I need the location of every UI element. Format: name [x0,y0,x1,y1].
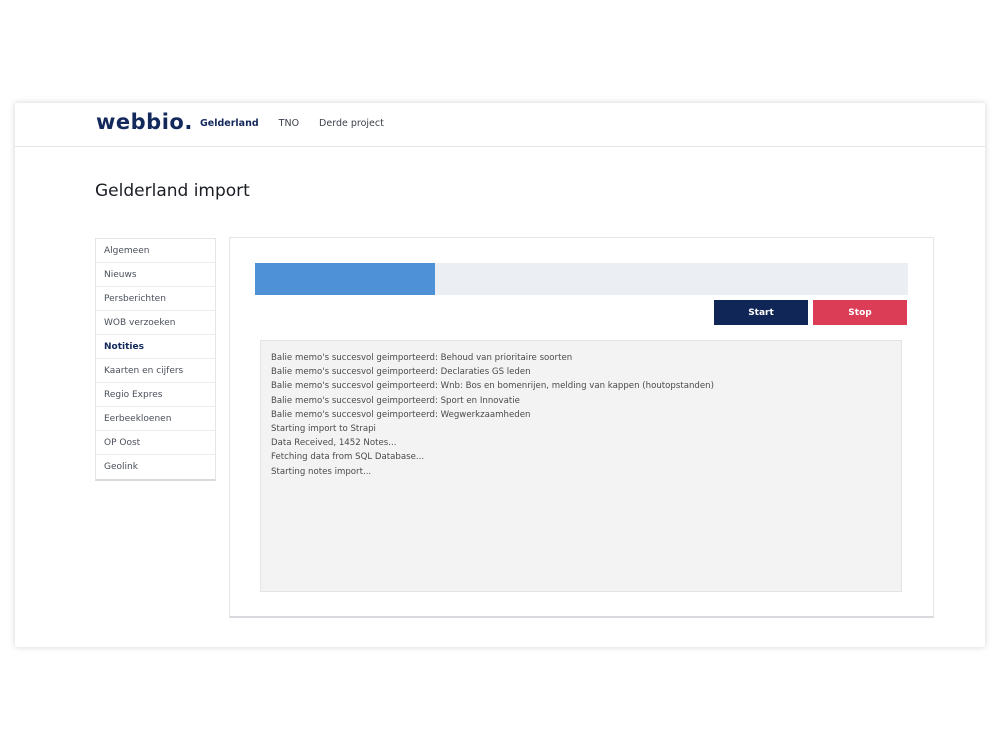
page-title: Gelderland import [95,181,250,201]
log-line: Balie memo's succesvol geimporteerd: Beh… [271,353,573,363]
top-navigation-bar: webbio. Gelderland TNO Derde project [15,103,985,147]
nav-item-derde-project[interactable]: Derde project [319,118,384,129]
project-nav: Gelderland TNO Derde project [200,118,404,129]
log-line: Fetching data from SQL Database... [271,452,425,463]
sidebar-item-eerbeekloenen[interactable]: Eerbeekloenen [96,407,215,431]
log-line: Starting import to Strapi [271,423,376,434]
sidebar-item-geolink[interactable]: Geolink [96,455,215,479]
sidebar-item-kaarten-en-cijfers[interactable]: Kaarten en cijfers [96,359,215,383]
import-progress-bar [255,263,908,295]
log-line: Starting notes import... [271,466,372,477]
import-panel: Start Stop Balie memo's succesvol geimpo… [229,237,934,618]
nav-item-tno[interactable]: TNO [279,118,299,129]
log-line: Balie memo's succesvol geimporteerd: Dec… [271,367,531,378]
import-progress-fill [255,263,436,295]
log-line: Balie memo's succesvol geimporteerd: Wnb… [271,381,714,392]
log-line: Data Received, 1452 Notes... [271,438,397,449]
sidebar-item-op-oost[interactable]: OP Oost [96,431,215,455]
sidebar-item-nieuws[interactable]: Nieuws [96,263,215,287]
sidebar-menu: Algemeen Nieuws Persberichten WOB verzoe… [95,238,216,481]
start-button[interactable]: Start [714,300,808,325]
sidebar-item-notities[interactable]: Notities [96,335,215,359]
import-log[interactable]: Balie memo's succesvol geimporteerd: Beh… [260,340,902,592]
sidebar-item-regio-expres[interactable]: Regio Expres [96,383,215,407]
sidebar-item-persberichten[interactable]: Persberichten [96,287,215,311]
nav-item-gelderland[interactable]: Gelderland [200,118,259,129]
stop-button[interactable]: Stop [813,300,907,325]
log-line: Balie memo's succesvol geimporteerd: Weg… [271,409,531,420]
app-window: webbio. Gelderland TNO Derde project Gel… [15,103,985,647]
sidebar-item-algemeen[interactable]: Algemeen [96,239,215,263]
sidebar-item-wob-verzoeken[interactable]: WOB verzoeken [96,311,215,335]
webbio-logo[interactable]: webbio. [96,110,193,134]
log-line: Balie memo's succesvol geimporteerd: Spo… [271,395,520,406]
